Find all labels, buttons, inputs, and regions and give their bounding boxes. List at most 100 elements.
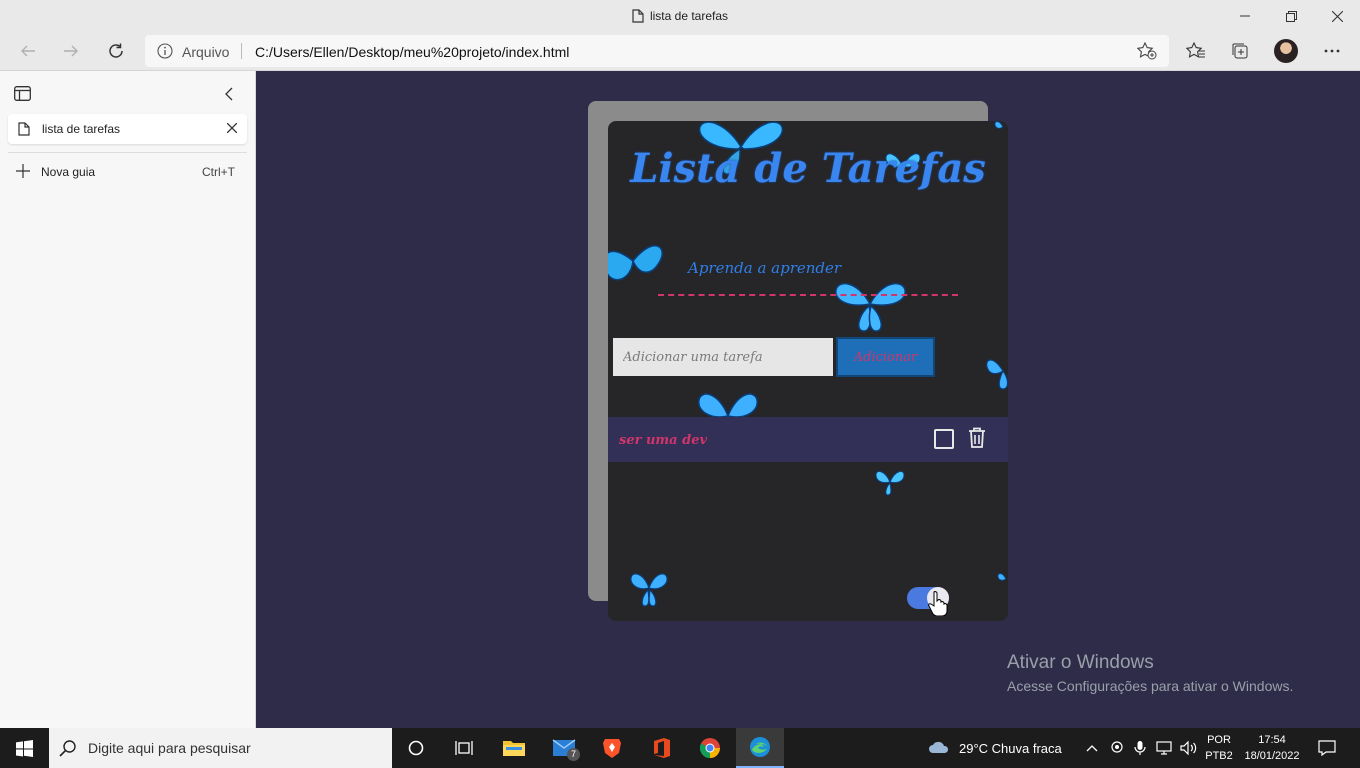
tab-actions-icon[interactable] bbox=[14, 86, 31, 101]
network-tray-button[interactable] bbox=[1156, 728, 1174, 768]
clock-date: 18/01/2022 bbox=[1244, 750, 1300, 762]
weather-widget[interactable]: 29°C Chuva fraca bbox=[928, 728, 1062, 768]
clock[interactable]: 17:54 18/01/2022 bbox=[1243, 732, 1301, 764]
navigation-bar: Arquivo C:/Users/Ellen/Desktop/meu%20pro… bbox=[0, 32, 1360, 71]
notification-icon bbox=[1318, 740, 1336, 756]
butterfly-icon bbox=[608, 245, 663, 281]
collections-icon bbox=[1232, 43, 1248, 59]
watermark-subtitle: Acesse Configurações para ativar o Windo… bbox=[1007, 678, 1294, 694]
brave-icon bbox=[603, 739, 621, 758]
cortana-button[interactable] bbox=[392, 728, 440, 768]
page-viewport: Lista de Tarefas Aprenda a aprender Adic… bbox=[256, 71, 1360, 728]
edge-button[interactable] bbox=[736, 728, 784, 768]
notifications-button[interactable] bbox=[1318, 728, 1336, 768]
avatar bbox=[1274, 39, 1298, 63]
app-subtitle: Aprenda a aprender bbox=[688, 259, 842, 277]
new-task-input[interactable] bbox=[613, 338, 833, 376]
url-text[interactable]: C:/Users/Ellen/Desktop/meu%20projeto/ind… bbox=[255, 44, 569, 60]
trash-icon[interactable] bbox=[968, 427, 986, 449]
butterfly-icon bbox=[997, 573, 1007, 581]
restore-button[interactable] bbox=[1268, 0, 1314, 32]
title-bar: lista de tarefas bbox=[0, 0, 1360, 32]
tab-label: lista de tarefas bbox=[42, 122, 121, 136]
network-icon bbox=[1156, 741, 1172, 755]
volume-tray-button[interactable] bbox=[1180, 728, 1198, 768]
mail-count-badge: 7 bbox=[567, 748, 580, 761]
chevron-up-icon bbox=[1086, 745, 1098, 752]
show-hidden-icons-button[interactable] bbox=[1086, 728, 1098, 768]
minimize-button[interactable] bbox=[1222, 0, 1268, 32]
app-title: Lista de Tarefas bbox=[630, 145, 986, 192]
office-button[interactable] bbox=[638, 728, 686, 768]
collections-button[interactable] bbox=[1226, 38, 1254, 64]
tab-lista-de-tarefas[interactable]: lista de tarefas bbox=[8, 114, 247, 144]
close-icon bbox=[1331, 10, 1343, 22]
add-favorite-icon[interactable] bbox=[1137, 42, 1157, 60]
restore-icon bbox=[1285, 10, 1297, 22]
favorites-icon bbox=[1186, 42, 1205, 58]
speaker-icon bbox=[1180, 741, 1197, 755]
office-icon bbox=[654, 738, 670, 758]
todo-card: Lista de Tarefas Aprenda a aprender Adic… bbox=[608, 121, 1008, 621]
forward-button[interactable] bbox=[55, 36, 87, 66]
plus-icon bbox=[16, 164, 30, 178]
chrome-button[interactable] bbox=[686, 728, 734, 768]
weather-text: 29°C Chuva fraca bbox=[959, 740, 1062, 756]
windows-activation-watermark: Ativar o Windows Acesse Configurações pa… bbox=[1007, 652, 1293, 694]
task-text: ser uma dev bbox=[619, 433, 708, 448]
arrow-left-icon bbox=[21, 45, 35, 57]
taskbar: Digite aqui para pesquisar 7 29°C Chuva … bbox=[0, 728, 1360, 768]
divider bbox=[8, 152, 247, 153]
window-title: lista de tarefas bbox=[0, 9, 1360, 23]
more-icon bbox=[1324, 49, 1340, 53]
butterfly-icon bbox=[630, 573, 668, 607]
mail-button[interactable]: 7 bbox=[540, 728, 588, 768]
address-bar[interactable]: Arquivo C:/Users/Ellen/Desktop/meu%20pro… bbox=[145, 35, 1169, 67]
new-tab-label: Nova guia bbox=[41, 165, 96, 179]
more-menu-button[interactable] bbox=[1318, 38, 1346, 64]
favorites-button[interactable] bbox=[1182, 38, 1210, 64]
camera-tray-button[interactable] bbox=[1110, 728, 1124, 768]
microphone-icon bbox=[1134, 741, 1146, 755]
edge-icon bbox=[750, 737, 770, 757]
collapse-sidebar-icon[interactable] bbox=[222, 87, 236, 101]
windows-logo-icon bbox=[15, 739, 33, 757]
search-icon bbox=[59, 740, 76, 757]
butterfly-icon bbox=[994, 121, 1004, 129]
microphone-tray-button[interactable] bbox=[1134, 728, 1146, 768]
file-explorer-button[interactable] bbox=[490, 728, 538, 768]
hand-cursor-icon bbox=[928, 591, 948, 616]
task-item: ser uma dev bbox=[608, 417, 1008, 462]
new-tab-shortcut: Ctrl+T bbox=[202, 165, 235, 179]
taskbar-search[interactable]: Digite aqui para pesquisar bbox=[49, 728, 392, 768]
refresh-button[interactable] bbox=[100, 36, 132, 66]
separator bbox=[241, 43, 242, 59]
close-tab-icon[interactable] bbox=[227, 123, 237, 133]
brave-button[interactable] bbox=[588, 728, 636, 768]
start-button[interactable] bbox=[0, 728, 48, 768]
butterfly-icon bbox=[835, 282, 906, 332]
add-task-button[interactable]: Adicionar bbox=[836, 337, 935, 377]
search-placeholder: Digite aqui para pesquisar bbox=[88, 740, 251, 756]
back-button[interactable] bbox=[12, 36, 44, 66]
new-tab-button[interactable]: Nova guia Ctrl+T bbox=[8, 159, 247, 185]
butterfly-icon bbox=[986, 359, 1008, 390]
task-view-button[interactable] bbox=[440, 728, 488, 768]
watermark-title: Ativar o Windows bbox=[1007, 652, 1154, 673]
cloud-rain-icon bbox=[929, 741, 949, 753]
profile-button[interactable] bbox=[1272, 38, 1300, 64]
keyboard-layout: PTB2 bbox=[1205, 750, 1233, 762]
input-language-indicator[interactable]: POR PTB2 bbox=[1203, 732, 1235, 764]
task-complete-checkbox[interactable] bbox=[934, 429, 954, 449]
page-icon bbox=[632, 9, 644, 23]
page-icon bbox=[18, 122, 30, 136]
refresh-icon bbox=[109, 43, 123, 58]
info-icon[interactable] bbox=[157, 43, 173, 59]
close-window-button[interactable] bbox=[1314, 0, 1360, 32]
camera-icon bbox=[1111, 741, 1123, 753]
minimize-icon bbox=[1240, 15, 1250, 17]
folder-icon bbox=[503, 741, 525, 756]
chrome-icon bbox=[699, 738, 721, 759]
cortana-icon bbox=[408, 740, 424, 756]
vertical-tabs-sidebar: lista de tarefas Nova guia Ctrl+T bbox=[0, 71, 256, 728]
